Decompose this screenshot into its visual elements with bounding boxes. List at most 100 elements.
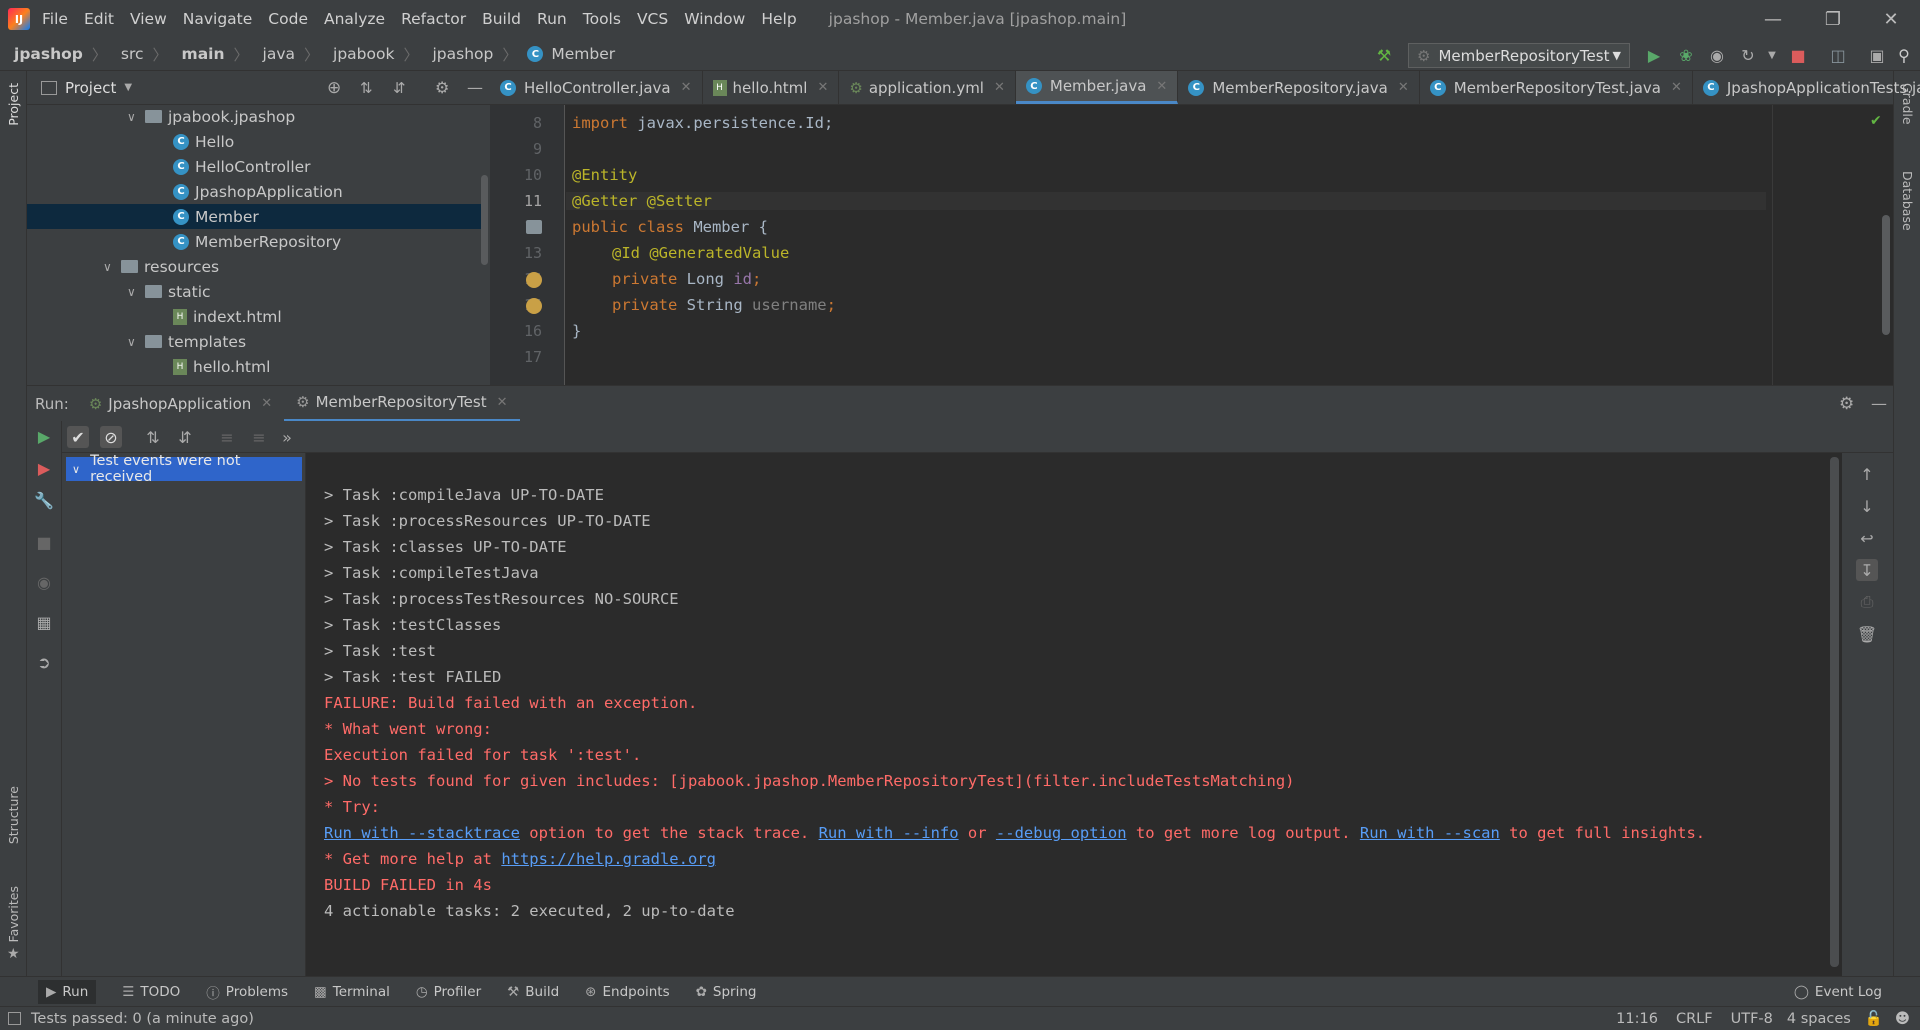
breadcrumb-jpashop[interactable]: jpashop <box>418 45 493 63</box>
tree-item-static[interactable]: ∨ static <box>127 279 211 304</box>
column-icon[interactable] <box>526 298 542 314</box>
build-hammer-icon[interactable]: ⚒ <box>1374 45 1394 65</box>
run-icon[interactable]: ▶ <box>1644 45 1664 65</box>
debug-icon[interactable]: ❀ <box>1676 45 1696 65</box>
chevron-down-icon[interactable]: ▼ <box>124 82 132 93</box>
close-tab-icon[interactable]: ✕ <box>994 80 1005 95</box>
expand-all-icon[interactable]: ⇅ <box>360 79 373 97</box>
tool-tab-problems[interactable]: ⓘ Problems <box>206 982 288 1002</box>
menu-edit[interactable]: Edit <box>84 10 114 28</box>
console-scrollbar[interactable] <box>1830 457 1839 967</box>
more-run-chevron-icon[interactable]: ▼ <box>1762 45 1782 65</box>
tool-tab-run[interactable]: ▶ Run <box>38 979 97 1004</box>
tab-memberrepository[interactable]: C MemberRepository.java ✕ <box>1178 71 1420 104</box>
breadcrumb-main[interactable]: main <box>168 45 225 63</box>
close-tab-icon[interactable]: ✕ <box>681 80 692 95</box>
tool-tab-todo[interactable]: ☰ TODO <box>122 984 180 1000</box>
wrench-icon[interactable]: 🔧 <box>33 489 55 511</box>
menu-navigate[interactable]: Navigate <box>183 10 253 28</box>
minimize-icon[interactable]: — <box>1744 0 1802 38</box>
tab-application-yml[interactable]: ⚙ application.yml ✕ <box>839 71 1016 104</box>
tree-item-memberrepository[interactable]: C MemberRepository <box>173 229 341 254</box>
tree-item-package[interactable]: ∨ jpabook.jpashop <box>127 105 295 129</box>
tree-item-indext-html[interactable]: Hindext.html <box>173 304 282 329</box>
tree-item-hello[interactable]: C Hello <box>173 129 234 154</box>
menu-file[interactable]: File <box>42 10 68 28</box>
inspection-ok-icon[interactable]: ✔ <box>1870 113 1882 129</box>
console-output[interactable]: > Task :compileJava UP-TO-DATE > Task :p… <box>306 453 1842 976</box>
tool-tab-profiler[interactable]: ◷ Profiler <box>416 984 481 1000</box>
hide-panel-icon[interactable]: — <box>467 78 483 97</box>
eye-icon[interactable]: ◉ <box>33 571 55 593</box>
info-link[interactable]: Run with --info <box>819 824 959 842</box>
coverage-icon[interactable]: ◉ <box>1707 45 1727 65</box>
run-tab-memberrepositorytest[interactable]: ⚙ MemberRepositoryTest ✕ <box>284 386 520 422</box>
tool-tab-spring[interactable]: ✿ Spring <box>696 984 757 1000</box>
expand-all-icon[interactable]: ≡ <box>216 426 238 448</box>
stop-icon[interactable]: ■ <box>1788 45 1808 65</box>
tool-tab-event-log[interactable]: ◯ Event Log <box>1794 984 1882 1000</box>
locate-icon[interactable]: ⊕ <box>327 78 341 98</box>
database-table-icon[interactable] <box>526 220 542 234</box>
project-view-label[interactable]: Project <box>65 79 116 97</box>
tree-item-resources[interactable]: ∨ resources <box>103 254 219 279</box>
sort-duration-icon[interactable]: ⇵ <box>174 426 196 448</box>
gear-icon[interactable]: ⚙ <box>1839 394 1854 414</box>
rerun-icon[interactable]: ▶ <box>33 425 55 447</box>
stacktrace-link[interactable]: Run with --stacktrace <box>324 824 520 842</box>
close-tab-icon[interactable]: ✕ <box>1156 79 1167 94</box>
menu-build[interactable]: Build <box>482 10 521 28</box>
database-tool-button[interactable]: Database <box>1900 171 1915 231</box>
editor-scrollbar[interactable] <box>1882 215 1890 335</box>
tab-hellocontroller[interactable]: C HelloController.java ✕ <box>490 71 703 104</box>
gear-icon[interactable]: ⚙ <box>435 78 449 97</box>
show-ignored-icon[interactable]: ⊘ <box>100 426 122 448</box>
gradle-help-link[interactable]: https://help.gradle.org <box>501 850 716 868</box>
menu-tools[interactable]: Tools <box>583 10 621 28</box>
debug-link[interactable]: --debug option <box>996 824 1127 842</box>
caret-position[interactable]: 11:16 <box>1616 1011 1658 1027</box>
indent-setting[interactable]: 4 spaces <box>1787 1011 1851 1027</box>
collapse-all-icon[interactable]: ≡ <box>248 426 270 448</box>
tab-jpashopapplicationtests[interactable]: CJpashopApplicationTests.java✕ <box>1693 71 1920 104</box>
project-scrollbar[interactable] <box>481 175 488 265</box>
collapse-all-icon[interactable]: ⇵ <box>393 79 406 97</box>
close-tab-icon[interactable]: ✕ <box>261 396 272 411</box>
stop-icon[interactable]: ■ <box>33 531 55 553</box>
search-icon[interactable]: ⚲ <box>1894 45 1914 65</box>
menu-window[interactable]: Window <box>684 10 745 28</box>
tree-item-member[interactable]: C Member <box>27 204 485 229</box>
menu-vcs[interactable]: VCS <box>637 10 668 28</box>
tree-item-jpashopapplication[interactable]: C JpashopApplication <box>173 179 343 204</box>
breadcrumb-src[interactable]: src <box>107 45 144 63</box>
print-icon[interactable]: ⎙ <box>1856 591 1878 613</box>
breadcrumb-project[interactable]: jpashop <box>0 45 83 63</box>
tab-memberrepositorytest[interactable]: C MemberRepositoryTest.java ✕ <box>1420 71 1693 104</box>
inspector-icon[interactable]: ☻ <box>1895 1011 1910 1027</box>
sort-alpha-icon[interactable]: ⇅ <box>142 426 164 448</box>
status-message[interactable]: Tests passed: 0 (a minute ago) <box>31 1011 254 1027</box>
down-arrow-icon[interactable]: ↓ <box>1856 495 1878 517</box>
menu-run[interactable]: Run <box>537 10 567 28</box>
tree-item-templates[interactable]: ∨ templates <box>127 329 246 354</box>
soft-wrap-icon[interactable]: ↩ <box>1856 527 1878 549</box>
tree-item-hello-html[interactable]: Hhello.html <box>173 354 270 379</box>
close-tab-icon[interactable]: ✕ <box>1671 80 1682 95</box>
presentation-icon[interactable]: ▣ <box>1867 45 1887 65</box>
layout-icon[interactable]: ▦ <box>33 611 55 633</box>
project-tool-button[interactable]: Project <box>6 83 21 126</box>
breadcrumb-jpabook[interactable]: jpabook <box>319 45 394 63</box>
tool-window-toggle-icon[interactable] <box>8 1012 21 1025</box>
close-tab-icon[interactable]: ✕ <box>497 395 508 410</box>
menu-analyze[interactable]: Analyze <box>324 10 385 28</box>
structure-tool-button[interactable]: Structure <box>6 786 21 844</box>
close-tab-icon[interactable]: ✕ <box>1398 80 1409 95</box>
more-icon[interactable]: » <box>276 426 298 448</box>
close-tab-icon[interactable]: ✕ <box>817 80 828 95</box>
tool-tab-build[interactable]: ⚒ Build <box>507 984 559 1000</box>
menu-help[interactable]: Help <box>761 10 796 28</box>
show-passed-icon[interactable]: ✔ <box>67 426 89 448</box>
favorites-tool-button[interactable]: Favorites <box>6 886 21 942</box>
test-tree-item[interactable]: ∨ Test events were not received <box>66 453 302 485</box>
run-tab-jpashopapplication[interactable]: ⚙ JpashopApplication ✕ <box>77 386 284 422</box>
